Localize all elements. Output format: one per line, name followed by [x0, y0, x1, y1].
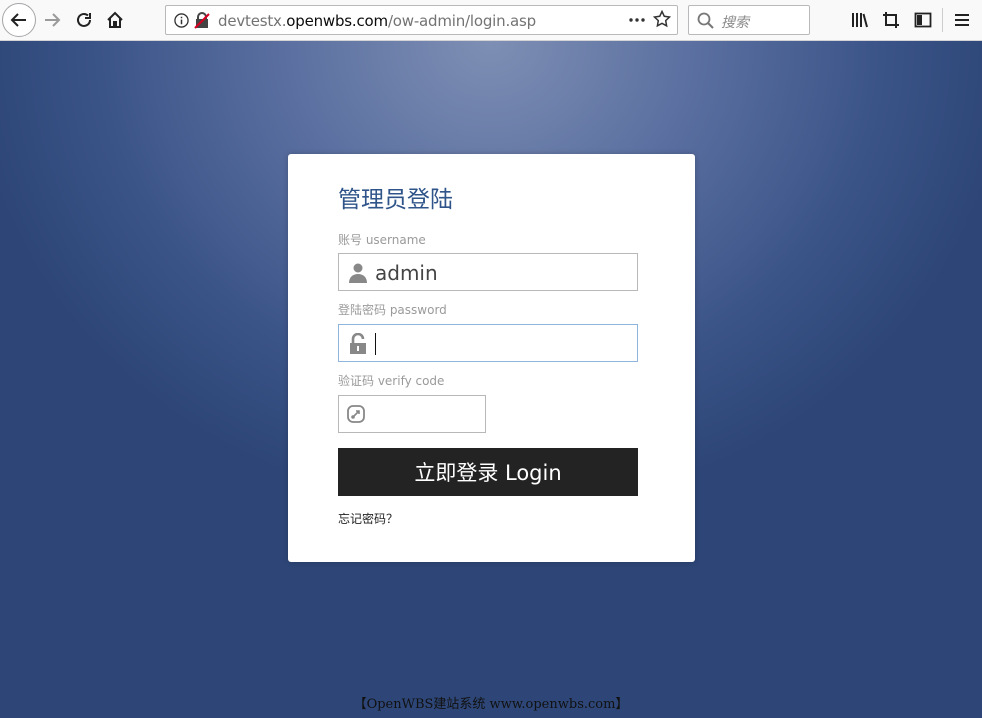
- home-icon: [107, 11, 123, 28]
- toolbar-divider: [942, 8, 943, 32]
- username-label: 账号 username: [338, 233, 426, 247]
- search-icon: [697, 12, 714, 29]
- search-bar[interactable]: 搜索: [688, 5, 810, 35]
- verify-code-label: 验证码 verify code: [338, 374, 445, 388]
- password-field[interactable]: [338, 324, 638, 362]
- page-actions-button[interactable]: [626, 9, 648, 31]
- sidebar-button[interactable]: [907, 4, 939, 36]
- hamburger-menu-icon: [955, 14, 969, 26]
- reload-icon: [77, 12, 91, 27]
- login-card: 管理员登陆 账号 username admin 登陆密码 password 验证…: [288, 154, 695, 562]
- insecure-lock-icon: [194, 12, 210, 29]
- library-icon: [852, 13, 868, 28]
- verify-code-field[interactable]: [338, 395, 486, 433]
- unlock-icon: [350, 333, 366, 354]
- password-label: 登陆密码 password: [338, 303, 447, 317]
- reload-button[interactable]: [68, 4, 100, 36]
- url-bar[interactable]: devtestx.openwbs.com/ow-admin/login.asp: [165, 5, 678, 35]
- login-title: 管理员登陆: [338, 187, 453, 213]
- verify-code-icon: [347, 405, 365, 423]
- user-icon: [349, 263, 367, 283]
- more-horizontal-icon: [629, 18, 645, 22]
- login-submit-button[interactable]: 立即登录 Login: [338, 448, 638, 496]
- info-icon: [174, 13, 189, 28]
- back-button[interactable]: [2, 3, 36, 37]
- browser-toolbar: devtestx.openwbs.com/ow-admin/login.asp …: [0, 0, 982, 41]
- forgot-password-link[interactable]: 忘记密码？: [338, 510, 398, 527]
- page-background: 管理员登陆 账号 username admin 登陆密码 password 验证…: [0, 41, 982, 718]
- arrow-left-icon: [10, 13, 26, 27]
- sidebar-icon: [914, 12, 932, 28]
- library-button[interactable]: [844, 4, 876, 36]
- url-text: devtestx.openwbs.com/ow-admin/login.asp: [218, 12, 536, 30]
- bookmark-star-button[interactable]: [652, 9, 673, 30]
- search-placeholder: 搜索: [721, 14, 749, 30]
- menu-button[interactable]: [946, 4, 978, 36]
- star-icon: [652, 9, 672, 28]
- arrow-right-icon: [45, 13, 61, 27]
- text-caret: [375, 333, 376, 355]
- username-field[interactable]: admin: [338, 253, 638, 291]
- forward-button[interactable]: [36, 4, 68, 36]
- site-footer: 【OpenWBS建站系统 www.openwbs.com】: [353, 697, 629, 712]
- url-prefix: devtestx.: [218, 12, 287, 30]
- username-value: admin: [375, 261, 438, 285]
- url-host: openwbs.com: [286, 12, 388, 30]
- screenshot-button[interactable]: [875, 4, 907, 36]
- crop-icon: [883, 12, 899, 28]
- url-path: /ow-admin/login.asp: [387, 12, 536, 30]
- home-button[interactable]: [99, 4, 131, 36]
